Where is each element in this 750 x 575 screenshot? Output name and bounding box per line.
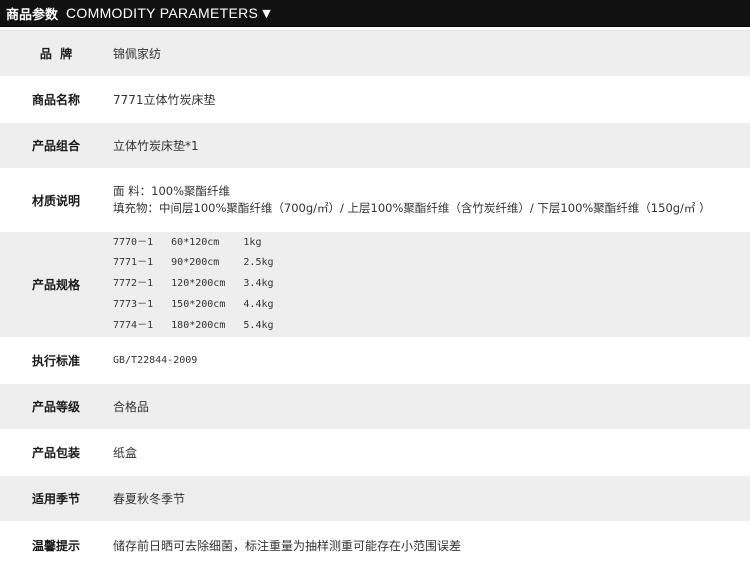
row-product-combo: 产品组合 立体竹炭床垫*1 (0, 123, 750, 169)
row-value: 面 料：100%聚酯纤维 填充物：中间层100%聚酯纤维（700g/㎡）/ 上层… (112, 183, 711, 217)
row-label: 材质说明 (31, 193, 80, 208)
spec-line: 7773－1 150*200cm 4.4kg (113, 298, 274, 310)
row-spec: 产品规格 7770－1 60*120cm 1kg 7771－1 90*200cm… (0, 232, 750, 338)
row-value: 合格品 (113, 400, 150, 414)
row-material: 材质说明 面 料：100%聚酯纤维 填充物：中间层100%聚酯纤维（700g/㎡… (0, 169, 750, 232)
parameter-table: 品 牌 锦佩家纺 商品名称 7771立体竹炭床垫 产品组合 立体竹炭床垫*1 材… (0, 30, 750, 570)
row-value: 储存前日晒可去除细菌，标注重量为抽样测重可能存在小范围误差 (113, 539, 462, 553)
row-label: 执行标准 (31, 354, 80, 368)
spec-line: 7772－1 120*200cm 3.4kg (113, 278, 274, 290)
row-value: 春夏秋冬季节 (113, 492, 186, 506)
material-filling: 填充物：中间层100%聚酯纤维（700g/㎡）/ 上层100%聚酯纤维（含竹炭纤… (113, 201, 711, 215)
spec-list: 7770－1 60*120cm 1kg 7771－1 90*200cm 2.5k… (112, 233, 274, 337)
row-label: 产品包装 (31, 446, 80, 460)
row-label: 品 牌 (39, 47, 73, 61)
row-brand: 品 牌 锦佩家纺 (0, 31, 750, 77)
row-label: 产品等级 (31, 400, 80, 414)
row-value: 纸盒 (113, 446, 138, 460)
row-value: 锦佩家纺 (113, 47, 162, 61)
header-title-cn: 商品参数 (6, 7, 59, 23)
row-label: 适用季节 (31, 492, 80, 506)
row-label: 商品名称 (31, 93, 80, 107)
section-header: 商品参数 COMMODITY PARAMETERS ▼ (0, 0, 750, 27)
row-season: 适用季节 春夏秋冬季节 (0, 476, 750, 522)
material-fabric: 面 料：100%聚酯纤维 (113, 184, 231, 198)
row-packaging: 产品包装 纸盒 (0, 430, 750, 476)
spec-line: 7770－1 60*120cm 1kg (113, 236, 262, 248)
triangle-down-icon: ▼ (262, 6, 271, 20)
spec-line: 7771－1 90*200cm 2.5kg (113, 257, 274, 269)
spec-line: 7774－1 180*200cm 5.4kg (113, 319, 274, 331)
row-product-name: 商品名称 7771立体竹炭床垫 (0, 77, 750, 123)
row-value: 7771立体竹炭床垫 (113, 93, 216, 107)
row-standard: 执行标准 GB/T22844-2009 (0, 338, 750, 384)
header-title-en: COMMODITY PARAMETERS (66, 5, 259, 21)
row-label: 温馨提示 (31, 539, 80, 553)
row-tips: 温馨提示 储存前日晒可去除细菌，标注重量为抽样测重可能存在小范围误差 (0, 522, 750, 570)
row-grade: 产品等级 合格品 (0, 384, 750, 430)
row-value: 立体竹炭床垫*1 (113, 139, 199, 153)
row-value: GB/T22844-2009 (113, 355, 198, 366)
row-label: 产品规格 (31, 278, 80, 292)
row-label: 产品组合 (31, 139, 80, 153)
